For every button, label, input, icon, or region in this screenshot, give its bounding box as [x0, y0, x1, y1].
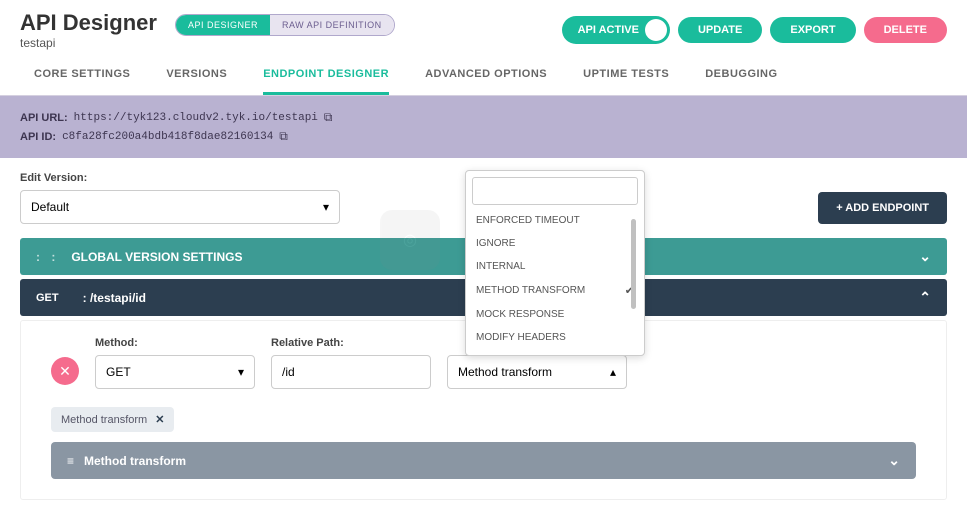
toggle-knob	[645, 19, 667, 41]
endpoint-path-label: : /testapi/id	[83, 291, 146, 305]
method-transform-bar[interactable]: ≡ Method transform ⌄	[51, 442, 916, 479]
relative-path-label: Relative Path:	[271, 337, 431, 349]
remove-tag-icon[interactable]: ✕	[155, 413, 164, 426]
dropdown-item-mock-response[interactable]: MOCK RESPONSE	[472, 303, 638, 326]
api-id-label: API ID:	[20, 131, 56, 143]
edit-version-select[interactable]: Default ▾	[20, 190, 340, 224]
tab-debugging[interactable]: DEBUGGING	[705, 68, 777, 95]
tab-advanced-options[interactable]: ADVANCED OPTIONS	[425, 68, 547, 95]
burger-icon: ≡	[67, 454, 74, 468]
plugin-select[interactable]: Method transform ▴	[447, 355, 627, 389]
page-title: API Designer	[20, 10, 157, 36]
plugin-tag-label: Method transform	[61, 414, 147, 426]
plugin-dropdown-search[interactable]	[472, 177, 638, 205]
dropdown-item-method-transform[interactable]: METHOD TRANSFORM✔	[472, 278, 638, 303]
tab-core-settings[interactable]: CORE SETTINGS	[34, 68, 130, 95]
chevron-up-icon: ⌃	[919, 289, 931, 306]
tab-versions[interactable]: VERSIONS	[166, 68, 227, 95]
method-transform-title: Method transform	[84, 454, 186, 468]
edit-version-label: Edit Version:	[20, 172, 340, 184]
plugin-value: Method transform	[458, 365, 552, 379]
add-endpoint-button[interactable]: + ADD ENDPOINT	[818, 192, 947, 224]
chevron-up-icon: ▴	[610, 365, 616, 379]
endpoint-method-badge: GET	[36, 292, 59, 304]
pill-api-designer[interactable]: API DESIGNER	[176, 15, 270, 35]
dropdown-item-internal[interactable]: INTERNAL	[472, 255, 638, 278]
tab-endpoint-designer[interactable]: ENDPOINT DESIGNER	[263, 68, 389, 95]
api-info-band: API URL: https://tyk123.cloudv2.tyk.io/t…	[0, 96, 967, 158]
plugin-dropdown-panel: ENFORCED TIMEOUT IGNORE INTERNAL METHOD …	[465, 170, 645, 356]
chevron-down-icon: ⌄	[919, 248, 931, 265]
view-mode-toggle: API DESIGNER RAW API DEFINITION	[175, 14, 395, 36]
plugin-tag: Method transform ✕	[51, 407, 174, 432]
export-button[interactable]: EXPORT	[770, 17, 855, 43]
scrollbar-thumb[interactable]	[631, 219, 636, 309]
method-label: Method:	[95, 337, 255, 349]
delete-button[interactable]: DELETE	[864, 17, 947, 43]
dropdown-item-modify-headers[interactable]: MODIFY HEADERS	[472, 326, 638, 349]
dropdown-item-ignore[interactable]: IGNORE	[472, 232, 638, 255]
plugin-dropdown-list: ENFORCED TIMEOUT IGNORE INTERNAL METHOD …	[472, 209, 638, 349]
method-value: GET	[106, 365, 131, 379]
edit-version-value: Default	[31, 200, 69, 214]
api-active-toggle[interactable]: API ACTIVE	[562, 16, 670, 44]
main-tabs: CORE SETTINGS VERSIONS ENDPOINT DESIGNER…	[0, 50, 967, 96]
drag-handle-icon: : :	[36, 250, 59, 264]
api-name: testapi	[20, 36, 157, 50]
api-id-value: c8fa28fc200a4bdb418f8dae82160134	[62, 131, 273, 143]
copy-id-icon[interactable]: ⧉	[279, 129, 288, 144]
chevron-down-icon: ▾	[323, 200, 329, 214]
api-active-label: API ACTIVE	[578, 24, 639, 36]
chevron-down-icon: ⌄	[888, 452, 900, 469]
api-url-value: https://tyk123.cloudv2.tyk.io/testapi	[74, 112, 318, 124]
close-icon: ✕	[59, 363, 71, 380]
update-button[interactable]: UPDATE	[678, 17, 762, 43]
remove-endpoint-button[interactable]: ✕	[51, 357, 79, 385]
global-settings-label: GLOBAL VERSION SETTINGS	[71, 250, 242, 264]
method-select[interactable]: GET ▾	[95, 355, 255, 389]
tab-uptime-tests[interactable]: UPTIME TESTS	[583, 68, 669, 95]
pill-raw-definition[interactable]: RAW API DEFINITION	[270, 15, 394, 35]
copy-url-icon[interactable]: ⧉	[324, 110, 333, 125]
chevron-down-icon: ▾	[238, 365, 244, 379]
dropdown-item-enforced-timeout[interactable]: ENFORCED TIMEOUT	[472, 209, 638, 232]
relative-path-input[interactable]	[271, 355, 431, 389]
api-url-label: API URL:	[20, 112, 68, 124]
